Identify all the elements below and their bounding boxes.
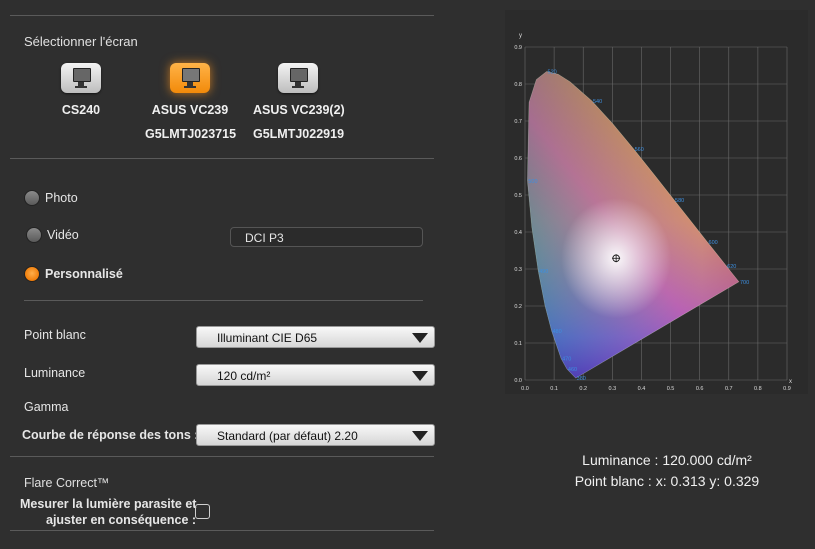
luminance-readout: Luminance : 120.000 cd/m²	[582, 452, 752, 468]
monitor-cs240[interactable]: CS240	[36, 63, 126, 117]
cie-chromaticity-chart: 0.0 0.0 0.1 0.1 0.2 0.2 0.3 0.3 0.4 0.4 0.5 0.5 0.6 0…	[505, 10, 808, 394]
x-tick-label: 0.7	[725, 386, 733, 392]
tone-curve-label: Courbe de réponse des tons :	[22, 428, 199, 442]
flare-correct-checkbox[interactable]	[195, 504, 210, 519]
x-axis-label: x	[789, 379, 792, 385]
y-tick-label: 0.2	[514, 304, 522, 310]
y-tick-label: 0.9	[514, 45, 522, 51]
top-divider	[10, 15, 434, 16]
y-tick-label: 0.5	[514, 193, 522, 199]
radio-photo-label: Photo	[45, 191, 78, 205]
radio-custom[interactable]: Personnalisé	[24, 266, 123, 282]
y-tick-label: 0.6	[514, 156, 522, 162]
radio-video[interactable]: Vidéo	[26, 227, 79, 243]
divider-3	[10, 456, 434, 457]
radio-photo-indicator	[24, 190, 40, 206]
x-tick-label: 0.2	[579, 386, 587, 392]
x-tick-label: 0.5	[667, 386, 675, 392]
monitor-icon	[278, 63, 318, 93]
monitor-name: CS240	[61, 103, 101, 117]
tone-curve-value: Standard (par défaut) 2.20	[217, 429, 358, 443]
video-preset-field[interactable]: DCI P3	[230, 227, 423, 247]
wavelength-label: 480	[552, 329, 561, 335]
y-tick-label: 0.7	[514, 119, 522, 125]
y-axis-label: y	[519, 33, 522, 39]
y-tick-label: 0.4	[514, 230, 522, 236]
y-tick-label: 0.0	[514, 378, 522, 384]
wavelength-label: 500	[528, 179, 537, 185]
radio-custom-label: Personnalisé	[45, 267, 123, 281]
gamut-fill	[527, 71, 739, 379]
wavelength-label: 540	[593, 99, 602, 105]
chevron-down-icon	[412, 333, 428, 343]
wavelength-label: 600	[709, 240, 718, 246]
wavelength-label: 560	[635, 147, 644, 153]
monitor-serial: G5LMTJ023715	[145, 127, 237, 141]
divider-1	[10, 158, 434, 159]
wavelength-label: 490	[539, 269, 548, 275]
y-tick-label: 0.3	[514, 267, 522, 273]
x-tick-label: 0.6	[696, 386, 704, 392]
y-tick-label: 0.8	[514, 82, 522, 88]
radio-video-label: Vidéo	[47, 228, 79, 242]
x-tick-label: 0.4	[638, 386, 646, 392]
luminance-label: Luminance	[24, 366, 86, 380]
gamma-label: Gamma	[24, 400, 69, 414]
white-point-label: Point blanc	[24, 328, 86, 342]
radio-custom-indicator	[24, 266, 40, 282]
flare-measure-line2: ajuster en conséquence :	[46, 513, 197, 527]
x-tick-label: 0.8	[754, 386, 762, 392]
divider-2	[24, 300, 423, 301]
x-tick-label: 0.3	[609, 386, 617, 392]
bottom-divider	[10, 530, 434, 531]
monitor-asus-vc239[interactable]: ASUS VC239 G5LMTJ023715	[145, 63, 237, 141]
flare-title: Flare Correct™	[24, 476, 110, 490]
screen-select-title: Sélectionner l'écran	[24, 34, 138, 49]
wavelength-label: 460	[568, 367, 577, 373]
monitor-name: ASUS VC239	[151, 103, 229, 117]
flare-measure-line1: Mesurer la lumière parasite et	[20, 497, 197, 511]
monitor-icon	[170, 63, 210, 93]
wavelength-label: 380	[577, 376, 586, 382]
x-tick-label: 0.9	[783, 386, 791, 392]
white-point-value: Illuminant CIE D65	[217, 331, 318, 345]
monitor-asus-vc239-2[interactable]: ASUS VC239(2) G5LMTJ022919	[253, 63, 345, 141]
wavelength-label: 520	[548, 69, 557, 75]
luminance-select[interactable]: 120 cd/m²	[196, 364, 435, 386]
white-point-select[interactable]: Illuminant CIE D65	[196, 326, 435, 348]
wavelength-label: 470	[562, 357, 571, 363]
wavelength-label: 700	[740, 280, 749, 286]
tone-curve-select[interactable]: Standard (par défaut) 2.20	[196, 424, 435, 446]
monitor-name: ASUS VC239(2)	[253, 103, 345, 117]
monitor-serial: G5LMTJ022919	[253, 127, 345, 141]
x-tick-label: 0.0	[521, 386, 529, 392]
monitor-icon	[61, 63, 101, 93]
wavelength-label: 580	[675, 198, 684, 204]
chevron-down-icon	[412, 431, 428, 441]
x-tick-label: 0.1	[550, 386, 558, 392]
chevron-down-icon	[412, 371, 428, 381]
radio-photo[interactable]: Photo	[24, 190, 78, 206]
y-tick-label: 0.1	[514, 341, 522, 347]
radio-video-indicator	[26, 227, 42, 243]
luminance-value: 120 cd/m²	[217, 369, 271, 383]
white-point-readout: Point blanc : x: 0.313 y: 0.329	[574, 473, 760, 489]
wavelength-label: 620	[727, 264, 736, 270]
